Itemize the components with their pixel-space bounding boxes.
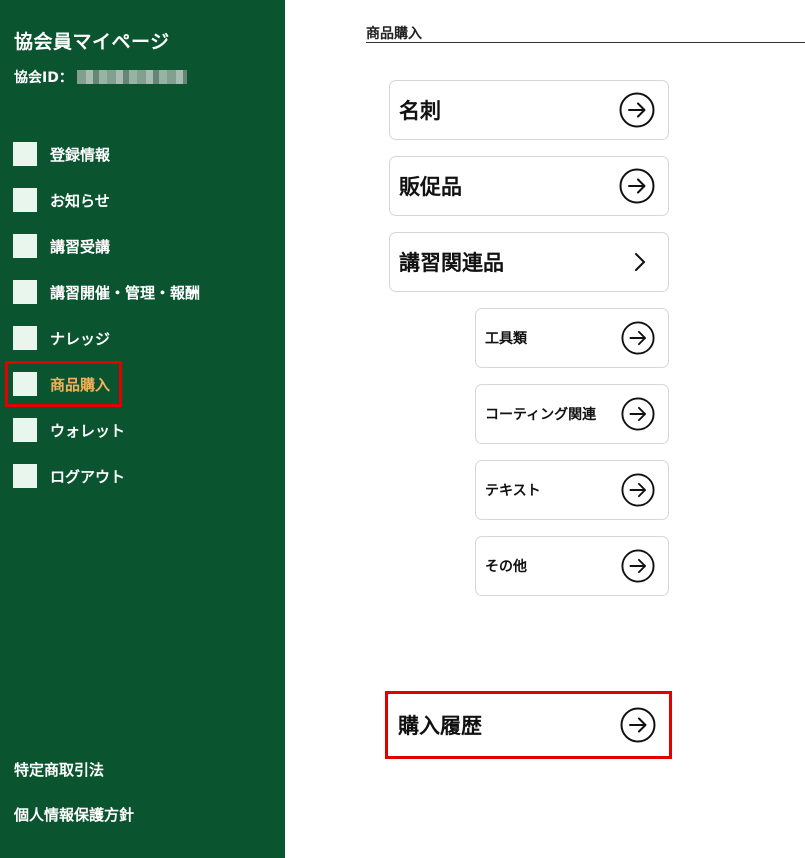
card-business-cards[interactable]: 名刺 [389, 80, 669, 140]
card-label: 講習関連品 [399, 251, 504, 275]
sidebar-item-wallet[interactable]: ウォレット [13, 418, 125, 442]
card-label: 工具類 [485, 331, 527, 347]
chevron-right-icon [635, 253, 645, 271]
circle-arrow-right-icon [620, 707, 656, 743]
footer-link-privacy[interactable]: 個人情報保護方針 [14, 804, 134, 825]
sidebar-item-course-attendance[interactable]: 講習受講 [13, 234, 110, 258]
card-tools[interactable]: 工具類 [475, 308, 669, 368]
card-other[interactable]: その他 [475, 536, 669, 596]
sidebar-item-label: 講習受講 [50, 237, 111, 256]
card-textbooks[interactable]: テキスト [475, 460, 669, 520]
sidebar: 協会員マイページ 協会ID： 登録情報 お知らせ 講習受講 講習開催・管理・報酬… [0, 0, 285, 858]
sidebar-item-label: ウォレット [50, 421, 126, 440]
sidebar-item-label: ナレッジ [50, 329, 111, 348]
sidebar-item-label: ログアウト [50, 467, 126, 486]
sidebar-item-notices[interactable]: お知らせ [13, 188, 110, 212]
card-coating-related[interactable]: コーティング関連 [475, 384, 669, 444]
card-label: コーティング関連 [485, 407, 597, 423]
sidebar-item-registration[interactable]: 登録情報 [13, 142, 110, 166]
section-divider [366, 42, 805, 43]
card-label: 名刺 [399, 99, 441, 123]
sidebar-item-icon [13, 418, 37, 442]
card-course-related-items[interactable]: 講習関連品 [389, 232, 669, 292]
sidebar-item-knowledge[interactable]: ナレッジ [13, 326, 110, 350]
sidebar-item-icon [13, 280, 37, 304]
member-id-masked-value [76, 70, 187, 84]
circle-arrow-right-icon [621, 549, 655, 583]
circle-arrow-right-icon [621, 473, 655, 507]
section-title: 商品購入 [366, 26, 422, 42]
card-promotional-items[interactable]: 販促品 [389, 156, 669, 216]
card-label: 販促品 [399, 175, 462, 199]
sidebar-item-icon [13, 188, 37, 212]
circle-arrow-right-icon [621, 397, 655, 431]
card-label: テキスト [485, 483, 541, 499]
sidebar-item-icon [13, 464, 37, 488]
member-id-label: 協会ID： [14, 70, 73, 86]
footer-link-legal[interactable]: 特定商取引法 [14, 759, 104, 780]
sidebar-item-course-hosting[interactable]: 講習開催・管理・報酬 [13, 280, 200, 304]
sidebar-item-label: 登録情報 [50, 145, 111, 164]
purchase-history-button[interactable]: 購入履歴 [388, 694, 669, 756]
sidebar-item-logout[interactable]: ログアウト [13, 464, 125, 488]
sidebar-item-label: 講習開催・管理・報酬 [50, 283, 201, 302]
circle-arrow-right-icon [619, 168, 655, 204]
sidebar-item-label: お知らせ [50, 191, 110, 210]
sidebar-title: 協会員マイページ [14, 31, 170, 53]
circle-arrow-right-icon [619, 92, 655, 128]
highlight-box-nav [5, 361, 122, 407]
sidebar-item-icon [13, 326, 37, 350]
purchase-history-label: 購入履歴 [398, 714, 482, 738]
circle-arrow-right-icon [621, 321, 655, 355]
sidebar-item-icon [13, 234, 37, 258]
sidebar-item-icon [13, 142, 37, 166]
card-label: その他 [485, 559, 527, 575]
member-id: 協会ID： [14, 67, 187, 87]
